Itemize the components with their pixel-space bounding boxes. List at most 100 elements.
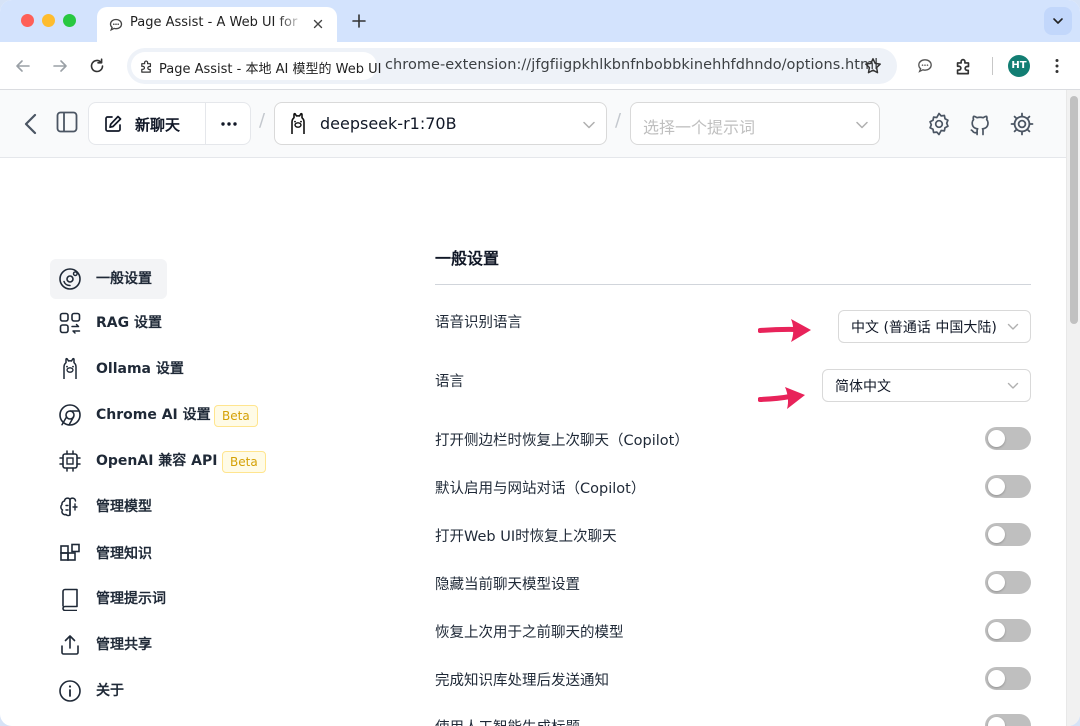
setting-label: 隐藏当前聊天模型设置 (435, 577, 580, 593)
setting-label: 打开侧边栏时恢复上次聊天（Copilot） (435, 433, 689, 449)
sidebar-item-ollama[interactable]: Ollama 设置 (50, 349, 250, 389)
rag-icon (59, 312, 81, 334)
page-title: 一般设置 (435, 249, 500, 268)
settings-circle-icon (59, 268, 81, 290)
chevron-down-icon (1007, 382, 1019, 389)
setting-label: 默认启用与网站对话（Copilot） (435, 481, 646, 497)
prompt-select-placeholder: 选择一个提示词 (643, 118, 756, 137)
sidebar-item-label: 管理模型 (96, 499, 152, 515)
arrow-left-icon (16, 60, 30, 72)
browser-toolbar: Page Assist - 本地 AI 模型的 Web UI chrome-ex… (0, 42, 1080, 90)
model-select[interactable]: deepseek-r1:70B (274, 102, 607, 145)
extensions-button[interactable] (950, 53, 976, 79)
setting-toggle[interactable] (985, 714, 1031, 726)
back-button[interactable] (10, 53, 36, 79)
url-text: chrome-extension://jfgfiigpkhlkbnfnbobbk… (385, 57, 879, 73)
setting-toggle[interactable] (985, 667, 1031, 690)
sidebar-item-general[interactable]: 一般设置 (50, 259, 167, 299)
github-icon[interactable] (967, 111, 993, 137)
beta-badge: Beta (222, 451, 266, 473)
new-chat-label: 新聊天 (135, 116, 181, 134)
sidebar-item-label: 关于 (96, 683, 124, 699)
annotation-arrow-icon (758, 387, 805, 409)
brain-icon (60, 497, 78, 517)
sidebar-item-label: 一般设置 (96, 271, 152, 287)
browser-window: Page Assist - A Web UI for Lo Page Assis… (0, 0, 1080, 726)
maximize-window-button[interactable] (63, 14, 76, 27)
setting-toggle[interactable] (985, 427, 1031, 450)
reload-icon (90, 58, 104, 73)
chat-bubble-icon (918, 59, 932, 73)
more-horizontal-icon (221, 122, 237, 126)
divider (435, 284, 1031, 285)
browser-tab[interactable]: Page Assist - A Web UI for Lo (97, 7, 337, 42)
sidebar-item-label: OpenAI 兼容 API (96, 453, 218, 469)
sidebar-item-rag[interactable]: RAG 设置 (50, 303, 250, 343)
more-vertical-icon (1055, 59, 1059, 73)
sidebar-item-label: 管理知识 (96, 546, 152, 562)
sidebar-item-label: 管理共享 (96, 637, 152, 653)
new-tab-icon[interactable] (350, 12, 368, 30)
annotation-arrow-icon (758, 319, 811, 342)
prompt-select[interactable]: 选择一个提示词 (630, 102, 880, 145)
sidebar-item-manage-knowledge[interactable]: 管理知识 (50, 534, 250, 574)
more-options-button[interactable] (206, 103, 251, 144)
chevron-down-icon (583, 121, 595, 129)
puzzle-icon (956, 58, 970, 75)
sidebar-item-openai-api[interactable]: OpenAI 兼容 API Beta (50, 441, 266, 481)
close-window-button[interactable] (21, 14, 34, 27)
blocks-icon (60, 543, 80, 561)
setting-label: 恢复上次用于之前聊天的模型 (435, 625, 624, 641)
minimize-window-button[interactable] (42, 14, 55, 27)
chevron-left-icon[interactable] (20, 112, 42, 136)
page-scrollbar[interactable] (1066, 90, 1080, 726)
page-assist-button[interactable] (912, 53, 938, 79)
book-icon (62, 588, 78, 611)
sidebar-item-label: RAG 设置 (96, 315, 162, 331)
address-bar[interactable]: Page Assist - 本地 AI 模型的 Web UI chrome-ex… (127, 48, 897, 84)
header-separator: / (615, 110, 622, 131)
cpu-icon (59, 450, 81, 472)
ui-lang-label: 语言 (435, 374, 464, 390)
setting-toggle[interactable] (985, 571, 1031, 594)
profile-avatar[interactable]: HT (1008, 55, 1030, 77)
tab-search-button[interactable] (1044, 7, 1072, 35)
tab-strip: Page Assist - A Web UI for Lo (0, 0, 1080, 42)
setting-toggle[interactable] (985, 475, 1031, 498)
chevron-down-icon (856, 121, 868, 129)
chevron-down-icon (1007, 323, 1019, 330)
speech-lang-select[interactable]: 中文 (普通话 中国大陆) (838, 310, 1031, 343)
info-icon (59, 680, 81, 702)
setting-toggle[interactable] (985, 523, 1031, 546)
arrow-right-icon (53, 60, 67, 72)
sidebar-item-manage-prompts[interactable]: 管理提示词 (50, 579, 250, 619)
chrome-icon (59, 404, 81, 426)
bookmark-star-icon[interactable] (863, 56, 883, 76)
tab-close-icon[interactable] (310, 16, 326, 32)
forward-button[interactable] (47, 53, 73, 79)
sidebar-item-label: Ollama 设置 (96, 361, 184, 377)
browser-menu-button[interactable] (1044, 53, 1070, 79)
sidebar-toggle-icon[interactable] (55, 110, 79, 134)
settings-gear-icon[interactable] (1009, 111, 1035, 137)
chevron-down-icon (1053, 18, 1063, 24)
sidebar-item-manage-share[interactable]: 管理共享 (50, 625, 250, 665)
ollama-icon (63, 357, 77, 379)
sidebar-item-label: 管理提示词 (96, 591, 166, 607)
settings-badge-icon[interactable] (926, 111, 952, 137)
sidebar-item-label: Chrome AI 设置 (96, 407, 211, 423)
sidebar-item-manage-models[interactable]: 管理模型 (50, 487, 250, 527)
site-chip-label: Page Assist - 本地 AI 模型的 Web UI (159, 62, 382, 77)
sidebar-item-chrome-ai[interactable]: Chrome AI 设置 Beta (50, 395, 258, 435)
sidebar-item-about[interactable]: 关于 (50, 671, 250, 711)
ui-lang-value: 简体中文 (835, 379, 891, 395)
new-chat-button[interactable]: 新聊天 (89, 103, 205, 144)
model-select-value: deepseek-r1:70B (320, 114, 457, 133)
setting-label: 完成知识库处理后发送通知 (435, 673, 609, 689)
ui-lang-select[interactable]: 简体中文 (822, 369, 1031, 402)
scrollbar-thumb[interactable] (1070, 96, 1078, 324)
setting-toggle[interactable] (985, 619, 1031, 642)
header-separator: / (259, 110, 266, 131)
site-info-chip[interactable]: Page Assist - 本地 AI 模型的 Web UI (131, 52, 381, 80)
reload-button[interactable] (84, 53, 110, 79)
